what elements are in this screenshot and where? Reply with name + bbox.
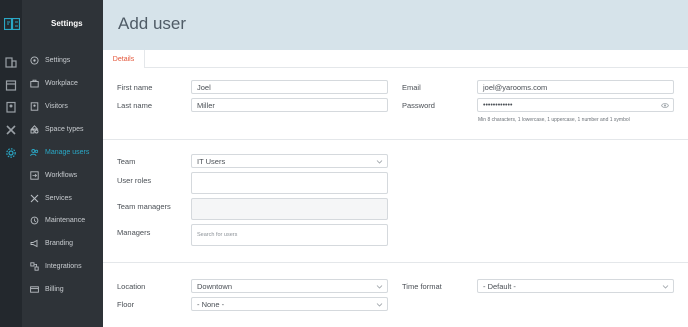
- calendar-icon[interactable]: [5, 79, 17, 91]
- sidebar-item-label: Billing: [45, 285, 64, 293]
- sidebar-item-integrations[interactable]: Integrations: [22, 258, 103, 274]
- gear-circle-icon: [30, 55, 39, 65]
- password-value: ••••••••••••: [483, 101, 513, 109]
- location-select[interactable]: Downtown: [191, 279, 388, 293]
- time-format-value: - Default -: [483, 281, 516, 291]
- sidebar-item-label: Integrations: [45, 262, 82, 270]
- sidebar-item-manage-users[interactable]: Manage users: [22, 144, 103, 160]
- managers-search-input[interactable]: Search for users: [191, 224, 388, 246]
- maintenance-icon: [30, 216, 39, 225]
- last-name-value: Miller: [197, 100, 215, 110]
- settings-sidebar: Settings Settings Workplace Visitors Spa…: [22, 0, 103, 327]
- sidebar-item-label: Settings: [45, 56, 71, 64]
- chevron-down-icon: [662, 283, 669, 290]
- password-label: Password: [402, 101, 435, 110]
- email-value: joel@yarooms.com: [483, 82, 548, 92]
- user-roles-label: User roles: [117, 176, 152, 185]
- time-format-select[interactable]: - Default -: [477, 279, 674, 293]
- shapes-icon: [30, 124, 39, 134]
- time-format-label: Time format: [402, 282, 442, 291]
- sidebar-item-visitors[interactable]: Visitors: [22, 98, 103, 114]
- floor-select[interactable]: - None -: [191, 297, 388, 311]
- team-label: Team: [117, 157, 136, 166]
- sidebar-item-workplace[interactable]: Workplace: [22, 75, 103, 91]
- credit-card-icon: [30, 285, 39, 294]
- tab-details[interactable]: Details: [103, 50, 145, 68]
- user-roles-field[interactable]: [191, 172, 388, 194]
- tools-icon[interactable]: [5, 124, 17, 136]
- floor-value: - None -: [197, 299, 225, 309]
- email-label: Email: [402, 83, 421, 92]
- sidebar-item-label: Manage users: [45, 148, 90, 156]
- sidebar-item-label: Branding: [45, 239, 74, 247]
- sidebar-item-label: Visitors: [45, 102, 68, 110]
- workflow-icon: [30, 170, 39, 180]
- chevron-down-icon: [376, 158, 383, 165]
- icon-rail: [0, 0, 22, 327]
- page-title: Add user: [118, 14, 187, 33]
- tab-bar: Details: [103, 50, 688, 68]
- first-name-label: First name: [117, 83, 153, 92]
- location-label: Location: [117, 282, 146, 291]
- id-badge-icon: [30, 101, 39, 111]
- sidebar-item-branding[interactable]: Branding: [22, 235, 103, 251]
- yarooms-logo-icon[interactable]: [4, 18, 20, 30]
- team-select[interactable]: IT Users: [191, 154, 388, 168]
- chevron-down-icon: [376, 283, 383, 290]
- sidebar-item-maintenance[interactable]: Maintenance: [22, 212, 103, 228]
- megaphone-icon: [30, 239, 39, 248]
- password-hint: Min 8 characters, 1 lowercase, 1 upperca…: [478, 117, 630, 123]
- floor-label: Floor: [117, 300, 135, 309]
- sidebar-item-billing[interactable]: Billing: [22, 281, 103, 297]
- chevron-down-icon: [376, 301, 383, 308]
- email-field[interactable]: joel@yarooms.com: [477, 80, 674, 94]
- users-icon: [30, 148, 39, 157]
- integrations-icon: [30, 261, 39, 271]
- managers-placeholder: Search for users: [197, 232, 238, 238]
- badge-icon[interactable]: [5, 101, 17, 113]
- section-divider: [103, 139, 688, 140]
- eye-icon[interactable]: [661, 102, 669, 109]
- team-value: IT Users: [197, 156, 226, 166]
- sidebar-item-label: Workplace: [45, 79, 78, 87]
- sidebar-item-space-types[interactable]: Space types: [22, 121, 103, 137]
- page-header: Add user: [103, 0, 688, 50]
- sidebar-item-workflows[interactable]: Workflows: [22, 167, 103, 183]
- password-field[interactable]: ••••••••••••: [477, 98, 674, 112]
- last-name-field[interactable]: Miller: [191, 98, 388, 112]
- last-name-label: Last name: [117, 101, 153, 110]
- sidebar-title: Settings: [51, 19, 83, 28]
- first-name-field[interactable]: Joel: [191, 80, 388, 94]
- sidebar-item-label: Services: [45, 194, 72, 202]
- sidebar-item-services[interactable]: Services: [22, 190, 103, 206]
- location-value: Downtown: [197, 281, 233, 291]
- team-managers-label: Team managers: [117, 202, 171, 211]
- first-name-value: Joel: [197, 82, 211, 92]
- section-divider: [103, 262, 688, 263]
- services-icon: [30, 194, 39, 203]
- sidebar-item-settings[interactable]: Settings: [22, 52, 103, 68]
- sidebar-item-label: Workflows: [45, 171, 78, 179]
- briefcase-icon: [30, 79, 39, 88]
- team-managers-field: [191, 198, 388, 220]
- managers-label: Managers: [117, 228, 151, 237]
- gear-icon[interactable]: [5, 147, 17, 159]
- sidebar-item-label: Maintenance: [45, 216, 86, 224]
- sidebar-item-label: Space types: [45, 125, 84, 133]
- building-icon[interactable]: [5, 56, 17, 68]
